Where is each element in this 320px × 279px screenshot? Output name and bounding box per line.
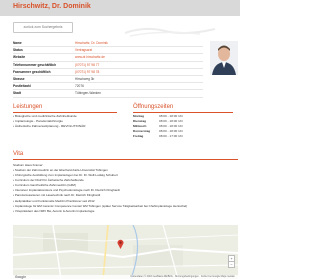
info-label: Strasse bbox=[13, 76, 25, 81]
info-label: Website bbox=[13, 55, 26, 60]
location-map[interactable]: + − Google Kartendaten © 2016 GeoBasis-D… bbox=[13, 225, 238, 279]
vita-text: Intensiver Implantationskurs und Psychod… bbox=[14, 188, 120, 193]
vita-text: Heilpraktiker und Funktionelle Medizin P… bbox=[14, 198, 95, 203]
info-row: Postleitzahl 72076 bbox=[13, 83, 203, 91]
info-label: Postleitzahl bbox=[13, 84, 31, 89]
leistung-text: Ästhetische Zahnersatzplanung - REVOLUTI… bbox=[14, 124, 86, 128]
info-label: Stadt bbox=[13, 91, 21, 96]
leistung-text: Biologische und medizinische Zahnheilkun… bbox=[14, 114, 77, 118]
page-title: Hirschwitz, Dr. Dominik bbox=[13, 3, 91, 10]
vita-text: Chirurgische Ausbildung zum Implantologe… bbox=[14, 173, 118, 178]
profile-page: Hirschwitz, Dr. Dominik zurück zum Suche… bbox=[0, 0, 240, 279]
info-label: Faxnummer geschäftlich bbox=[13, 69, 51, 74]
leistungen-rule bbox=[13, 112, 117, 113]
opening-hours-table: Montag 08:00 - 18:00 Uhr Dienstag 08:00 - 1… bbox=[133, 114, 213, 139]
vita-text: Curriculum der DGZI für Ästhetische Zahn… bbox=[14, 178, 84, 183]
info-row: Stadt Tübingen-Wanken bbox=[13, 90, 203, 98]
map-footer: Google Kartendaten © 2016 GeoBasis-DE/BK… bbox=[13, 275, 238, 279]
name-header-bar: Hirschwitz, Dr. Dominik bbox=[0, 0, 240, 16]
leistungen-heading: Leistungen bbox=[13, 104, 43, 110]
vita-intro: Studium Haus Kramer: bbox=[13, 163, 44, 167]
leistung-item: • Ästhetische Zahnersatzplanung - REVOLU… bbox=[13, 124, 85, 129]
vita-heading: Vita bbox=[13, 151, 24, 157]
info-row: Status Vertragsarzt bbox=[13, 47, 203, 55]
vita-item: • Vizepräsident des NMV Bw, Autorin & Au… bbox=[13, 209, 187, 214]
vita-rule bbox=[13, 159, 238, 160]
info-label: Name bbox=[13, 41, 22, 45]
hours-heading: Öffnungszeiten bbox=[133, 104, 174, 110]
info-label: Telefonnummer geschäftlich bbox=[13, 62, 57, 67]
map-terms-link[interactable]: Kartendaten © 2016 GeoBasis-DE/BKG · Nut… bbox=[131, 275, 236, 279]
watermark-logo bbox=[124, 27, 216, 37]
google-logo: Google bbox=[15, 275, 26, 279]
map-pin-icon[interactable] bbox=[117, 239, 124, 249]
vita-text: Vizepräsident des NMV Bw, Autorin & Auto… bbox=[14, 208, 95, 213]
info-value: Tübingen-Wanken bbox=[75, 91, 101, 96]
info-row: Telefonnummer geschäftlich (07071) 97 98 … bbox=[13, 62, 203, 69]
vita-text: Studium der Zahnmedizin an der Eberhard-… bbox=[14, 168, 108, 172]
info-row: Name Hirschwitz, Dr. Dominik bbox=[13, 40, 203, 48]
info-value: Hirschweg 3b bbox=[75, 76, 95, 81]
info-row: Faxnummer geschäftlich (07071) 97 98 78 bbox=[13, 69, 203, 76]
zoom-out-button[interactable]: − bbox=[228, 261, 235, 268]
vita-text: Parodontosanieren mit Lasertechnik nach … bbox=[14, 193, 101, 198]
hours-row: Freitag 08:00 - 17:00 Uhr bbox=[133, 134, 213, 139]
info-value: 72076 bbox=[75, 84, 84, 89]
leistung-text: Implantologie - Parodontalchirurgie bbox=[14, 119, 63, 123]
profile-info-table: Name Hirschwitz, Dr. Dominik Status Vertrag… bbox=[13, 40, 203, 98]
info-value-link[interactable]: Hirschwitz, Dr. Dominik bbox=[75, 40, 108, 46]
info-value-link[interactable]: (07071) 97 98 78 bbox=[75, 69, 99, 75]
hours-time: 08:00 - 17:00 Uhr bbox=[159, 134, 184, 139]
hours-rule bbox=[133, 112, 233, 113]
info-label: Status bbox=[13, 48, 23, 53]
doctor-photo bbox=[210, 41, 238, 75]
back-to-results-button[interactable]: zurück zum Suchergebnis bbox=[13, 22, 73, 33]
info-row: Website www.dr-hirschwitz.de bbox=[13, 54, 203, 62]
vita-text: Curriculum Ganzheitliche Zahnmedizin (GZ… bbox=[14, 183, 76, 188]
map-canvas bbox=[13, 225, 238, 279]
info-value-link[interactable]: www.dr-hirschwitz.de bbox=[75, 54, 105, 60]
info-row: Strasse Hirschweg 3b bbox=[13, 76, 203, 84]
info-value-link[interactable]: Vertragsarzt bbox=[75, 47, 92, 53]
vita-text: Implantologe für EM Ceramic Competence C… bbox=[14, 203, 188, 208]
info-value-link[interactable]: (07071) 97 98 77 bbox=[75, 62, 99, 68]
leistungen-list: • Biologische und medizinische Zahnheilk… bbox=[13, 114, 85, 129]
hours-day: Freitag bbox=[133, 134, 144, 139]
vita-list: • Studium der Zahnmedizin an der Eberhar… bbox=[13, 168, 187, 214]
